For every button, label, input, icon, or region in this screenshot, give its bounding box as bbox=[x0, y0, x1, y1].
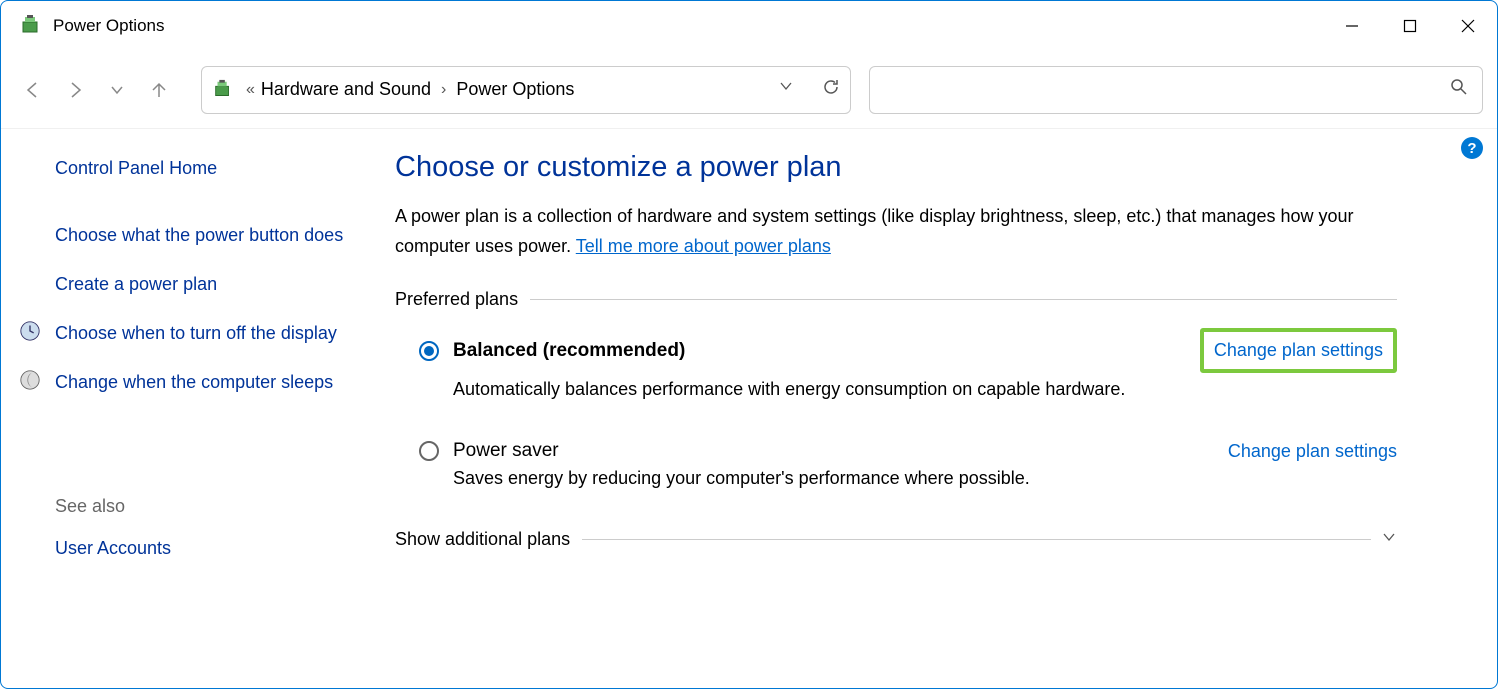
plan-name[interactable]: Balanced (recommended) bbox=[453, 340, 685, 362]
power-plan-row: Power saver Change plan settings bbox=[419, 440, 1397, 462]
sidebar-item[interactable]: Create a power plan bbox=[55, 271, 361, 298]
help-button[interactable]: ? bbox=[1461, 137, 1483, 159]
battery-icon bbox=[212, 79, 234, 101]
clock-icon bbox=[19, 320, 41, 342]
recent-locations-button[interactable] bbox=[99, 72, 135, 108]
address-bar[interactable]: « Hardware and Sound › Power Options bbox=[201, 66, 851, 114]
close-button[interactable] bbox=[1439, 1, 1497, 51]
titlebar: Power Options bbox=[1, 1, 1497, 51]
change-plan-settings-link[interactable]: Change plan settings bbox=[1228, 441, 1397, 462]
see-also-heading: See also bbox=[55, 496, 361, 517]
moon-icon bbox=[19, 369, 41, 391]
breadcrumb-overflow-icon[interactable]: « bbox=[246, 81, 255, 99]
sidebar-item[interactable]: Choose when to turn off the display bbox=[55, 320, 361, 347]
plan-name[interactable]: Power saver bbox=[453, 440, 559, 462]
main-content: Choose or customize a power plan A power… bbox=[381, 129, 1497, 688]
forward-button[interactable] bbox=[57, 72, 93, 108]
breadcrumb-segment[interactable]: Power Options bbox=[456, 79, 574, 100]
refresh-icon[interactable] bbox=[822, 78, 840, 101]
sidebar-item[interactable]: Choose what the power button does bbox=[55, 222, 361, 249]
preferred-plans-heading: Preferred plans bbox=[395, 289, 1397, 310]
chevron-down-icon bbox=[1381, 529, 1397, 550]
radio-power-saver[interactable] bbox=[419, 441, 439, 461]
up-button[interactable] bbox=[141, 72, 177, 108]
sidebar: Control Panel Home Choose what the power… bbox=[1, 129, 381, 688]
toolbar: « Hardware and Sound › Power Options bbox=[1, 51, 1497, 129]
plan-description: Saves energy by reducing your computer's… bbox=[453, 468, 1397, 489]
breadcrumb-segment[interactable]: Hardware and Sound bbox=[261, 79, 431, 100]
radio-balanced[interactable] bbox=[419, 341, 439, 361]
page-description: A power plan is a collection of hardware… bbox=[395, 202, 1397, 261]
back-button[interactable] bbox=[15, 72, 51, 108]
sidebar-item[interactable]: Change when the computer sleeps bbox=[55, 369, 361, 396]
plan-description: Automatically balances performance with … bbox=[453, 379, 1397, 400]
sidebar-item[interactable]: User Accounts bbox=[55, 535, 361, 562]
control-panel-home-link[interactable]: Control Panel Home bbox=[55, 155, 361, 182]
search-icon bbox=[1450, 78, 1468, 101]
chevron-down-icon[interactable] bbox=[778, 78, 794, 101]
window-title: Power Options bbox=[53, 16, 165, 36]
change-plan-settings-link[interactable]: Change plan settings bbox=[1200, 328, 1397, 373]
learn-more-link[interactable]: Tell me more about power plans bbox=[576, 236, 831, 256]
power-plan-row: Balanced (recommended) Change plan setti… bbox=[419, 328, 1397, 373]
page-title: Choose or customize a power plan bbox=[395, 151, 1397, 184]
chevron-right-icon[interactable]: › bbox=[441, 81, 446, 99]
show-additional-plans-toggle[interactable]: Show additional plans bbox=[395, 529, 1397, 550]
battery-icon bbox=[19, 14, 43, 38]
search-input[interactable] bbox=[869, 66, 1483, 114]
minimize-button[interactable] bbox=[1323, 1, 1381, 51]
maximize-button[interactable] bbox=[1381, 1, 1439, 51]
